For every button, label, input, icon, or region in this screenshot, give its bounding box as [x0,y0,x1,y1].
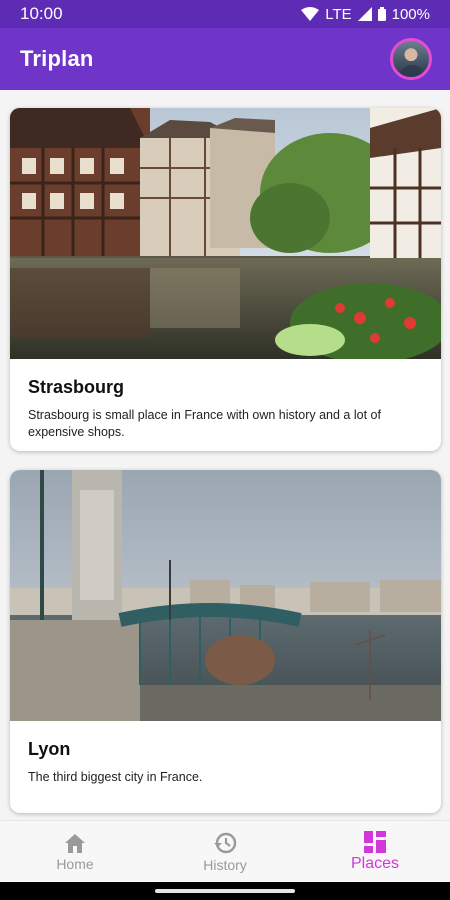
lyon-photo [10,470,441,721]
place-title: Lyon [28,739,71,759]
places-grid-icon [364,831,386,853]
nav-places-label: Places [350,855,400,872]
battery-icon [377,7,386,21]
status-indicators: LTE 100% [301,6,430,23]
place-title: Strasbourg [28,377,125,397]
nav-home[interactable]: Home [0,821,150,883]
signal-icon [357,7,372,21]
nav-home-label: Home [56,856,94,872]
nav-history-label: History [203,857,247,873]
battery-label: 100% [391,5,430,23]
status-time: 10:00 [20,4,63,23]
network-label: LTE [325,5,352,23]
avatar[interactable] [390,38,432,80]
nav-places[interactable]: Places [300,821,450,883]
place-card-strasbourg[interactable]: Strasbourg Strasbourg is small place in … [10,108,441,451]
app-bar: Triplan [0,28,450,90]
system-gesture-bar [0,882,450,900]
bottom-navigation: Home History Places [0,820,450,883]
nav-history[interactable]: History [150,821,300,883]
place-description: Strasbourg is small place in France with… [28,408,381,439]
history-icon [214,832,237,854]
app-title: Triplan [20,46,94,71]
places-list: Strasbourg Strasbourg is small place in … [0,90,450,820]
home-gesture-handle[interactable] [155,889,295,893]
status-bar: 10:00 LTE 100% [0,0,450,28]
wifi-icon [301,7,320,21]
strasbourg-photo [10,108,441,359]
home-icon [65,834,85,853]
place-card-lyon[interactable]: Lyon The third biggest city in France. [10,470,441,813]
place-description: The third biggest city in France. [28,770,203,784]
